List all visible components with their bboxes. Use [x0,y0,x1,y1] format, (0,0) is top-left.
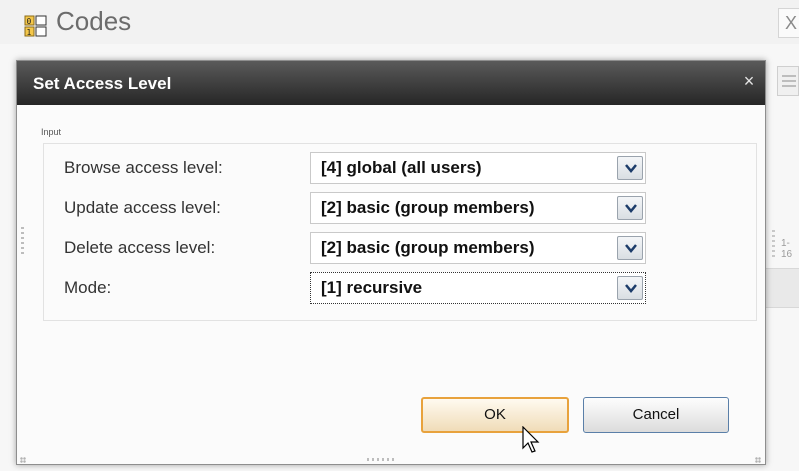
browse-access-label: Browse access level: [64,158,223,177]
resize-corner-bottom-right[interactable] [755,457,761,463]
chevron-down-icon[interactable] [617,236,643,260]
background-title: Codes [56,6,132,36]
mode-value: [1] recursive [321,278,423,297]
delete-access-value: [2] basic (group members) [321,238,535,257]
dialog-titlebar[interactable]: Set Access Level × [17,61,765,105]
browse-access-row: Browse access level: [4] global (all use… [44,152,758,184]
dialog-body: Input Browse access level: [4] global (a… [17,105,765,464]
mode-row: Mode: [1] recursive [44,272,758,304]
codes-icon: 0 1 [24,15,47,37]
resize-corner-bottom-left[interactable] [20,457,26,463]
update-access-select[interactable]: [2] basic (group members) [310,192,646,224]
chevron-down-icon[interactable] [617,276,643,300]
dialog-title: Set Access Level [33,74,172,93]
update-access-value: [2] basic (group members) [321,198,535,217]
svg-text:0: 0 [27,17,32,26]
set-access-level-dialog: Set Access Level × Input Browse access l… [16,60,766,465]
list-icon[interactable] [777,66,799,96]
browse-access-value: [4] global (all users) [321,158,482,177]
mode-select[interactable]: [1] recursive [310,272,646,304]
delete-access-row: Delete access level: [2] basic (group me… [44,232,758,264]
dialog-close-button[interactable]: × [739,71,759,91]
background-range-text: 1-16 [781,238,793,260]
ok-button[interactable]: OK [421,397,569,433]
resize-grip-right[interactable] [772,230,775,260]
browse-access-select[interactable]: [4] global (all users) [310,152,646,184]
delete-access-label: Delete access level: [64,238,216,257]
delete-access-select[interactable]: [2] basic (group members) [310,232,646,264]
mouse-cursor-icon [522,426,540,453]
update-access-label: Update access level: [64,198,221,217]
mode-label: Mode: [64,278,112,297]
background-header: 0 1 Codes X [0,0,799,44]
chevron-down-icon[interactable] [617,196,643,220]
update-access-row: Update access level: [2] basic (group me… [44,192,758,224]
resize-grip-bottom[interactable] [367,458,395,461]
chevron-down-icon[interactable] [617,156,643,180]
resize-grip-left[interactable] [21,227,24,257]
svg-text:1: 1 [27,28,32,37]
fieldset-legend: Input [41,127,62,137]
background-toolbar-strip [766,268,799,308]
input-fieldset: Browse access level: [4] global (all use… [43,143,757,321]
cancel-button[interactable]: Cancel [583,397,729,433]
background-close-button[interactable]: X [778,8,799,38]
